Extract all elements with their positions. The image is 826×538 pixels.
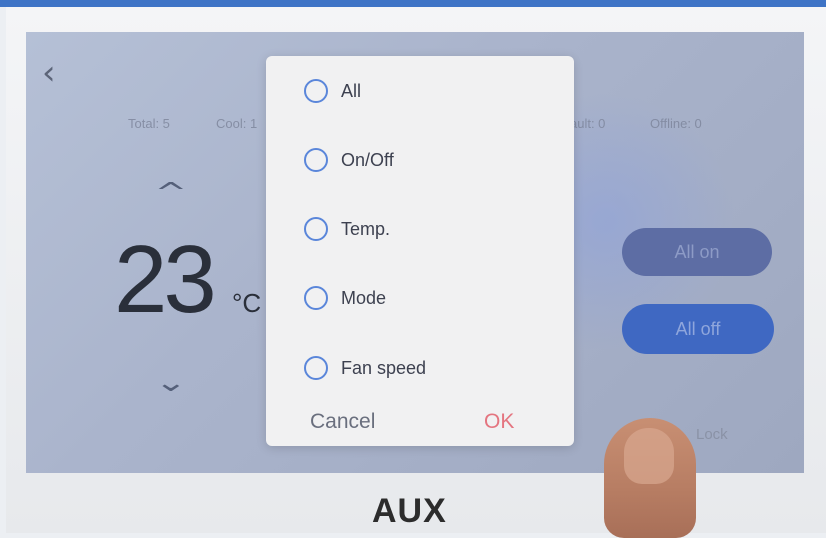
option-all[interactable]: All bbox=[304, 76, 544, 106]
option-on-off[interactable]: On/Off bbox=[304, 145, 544, 175]
chevron-down-icon: ⌄ bbox=[154, 368, 188, 398]
cancel-button[interactable]: Cancel bbox=[310, 410, 375, 434]
stat-total: Total: 5 bbox=[128, 116, 170, 131]
stat-fault: ault: 0 bbox=[570, 116, 606, 131]
stat-offline: Offline: 0 bbox=[650, 116, 702, 131]
finger-image bbox=[604, 418, 696, 538]
temp-up-button[interactable]: ^ bbox=[155, 178, 188, 208]
temperature-value: 23 bbox=[114, 226, 217, 333]
radio-icon[interactable] bbox=[304, 79, 328, 103]
option-label: On/Off bbox=[341, 149, 394, 170]
radio-icon[interactable] bbox=[304, 356, 328, 380]
all-off-button[interactable]: All off bbox=[622, 304, 774, 354]
temp-down-button[interactable]: ⌄ bbox=[155, 368, 188, 398]
temperature-unit: °C bbox=[232, 288, 262, 318]
all-on-label: All on bbox=[674, 241, 720, 262]
selection-dialog: All On/Off Temp. Mode Fan speed Cancel O… bbox=[266, 56, 574, 446]
option-label: Temp. bbox=[341, 218, 391, 239]
brand-logo: AUX bbox=[372, 492, 447, 530]
option-label: All bbox=[341, 80, 362, 101]
fingernail bbox=[624, 428, 674, 484]
back-button[interactable]: ‹ bbox=[42, 56, 66, 90]
stat-cool: Cool: 1 bbox=[216, 116, 258, 131]
option-fan-speed[interactable]: Fan speed bbox=[304, 353, 544, 383]
all-off-label: All off bbox=[675, 318, 721, 339]
radio-icon[interactable] bbox=[304, 286, 328, 310]
option-label: Mode bbox=[341, 287, 387, 308]
frame-accent-bar bbox=[0, 0, 826, 7]
ok-button[interactable]: OK bbox=[484, 410, 514, 434]
chevron-left-icon: ‹ bbox=[42, 53, 56, 93]
option-mode[interactable]: Mode bbox=[304, 283, 544, 313]
option-temp[interactable]: Temp. bbox=[304, 214, 544, 244]
chevron-up-icon: ^ bbox=[154, 178, 188, 208]
radio-icon[interactable] bbox=[304, 217, 328, 241]
all-on-button[interactable]: All on bbox=[622, 228, 772, 276]
option-label: Fan speed bbox=[341, 357, 427, 378]
lock-button[interactable]: Lock bbox=[696, 426, 728, 443]
radio-icon[interactable] bbox=[304, 148, 328, 172]
